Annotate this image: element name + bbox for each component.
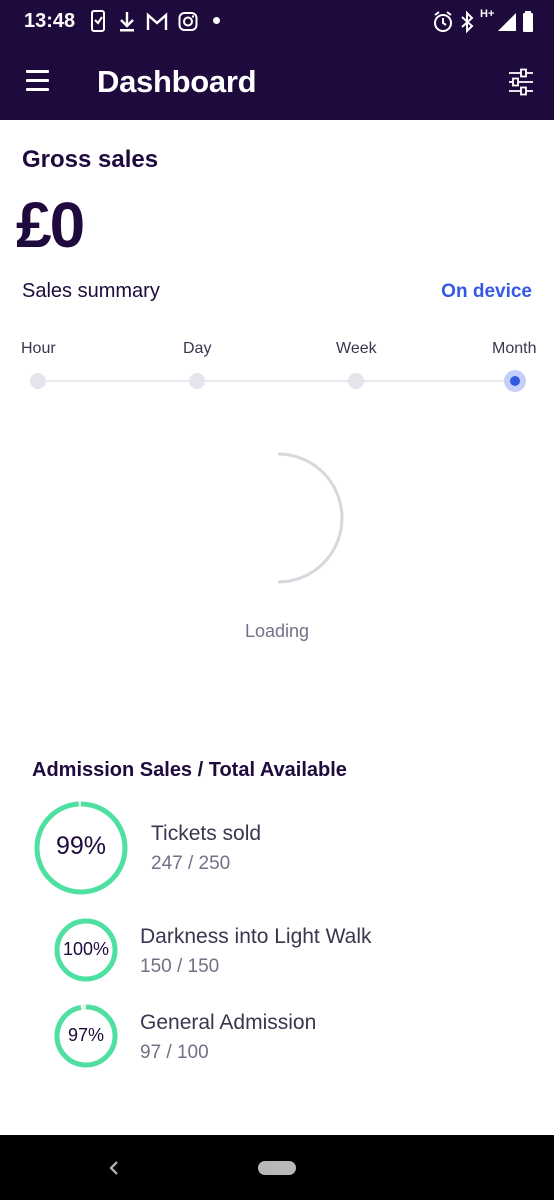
ticket-type-name: Darkness into Light Walk	[140, 925, 372, 948]
ticket-type-name: General Admission	[140, 1011, 317, 1034]
status-time: 13:48	[24, 10, 76, 32]
network-type: H+	[480, 8, 495, 20]
loading-text: Loading	[244, 621, 310, 641]
ticket-type-count: 150 / 150	[140, 956, 220, 977]
menu-icon[interactable]	[26, 70, 50, 92]
filter-sliders-icon[interactable]	[508, 68, 534, 96]
battery-icon	[523, 11, 533, 32]
admission-sales-title: Admission Sales / Total Available	[32, 759, 347, 781]
tickets-sold-count: 247 / 250	[151, 853, 231, 874]
app-bar: Dashboard	[0, 44, 554, 120]
screen: 13:48 H+ Dashboard Gross sales £0 Sales …	[0, 0, 554, 1200]
home-pill-icon[interactable]	[258, 1161, 296, 1175]
loading-spinner-icon	[277, 452, 344, 584]
status-bar: 13:48 H+	[0, 0, 554, 44]
alarm-icon	[434, 11, 452, 32]
tickets-sold-percent: 99%	[55, 832, 107, 860]
ticket-type-percent: 97%	[67, 1025, 105, 1045]
gmail-icon	[146, 12, 168, 30]
gross-sales-label: Gross sales	[22, 146, 159, 173]
notification-dot-icon	[213, 17, 220, 24]
ticket-type-percent: 100%	[62, 939, 110, 959]
page-title: Dashboard	[97, 64, 257, 99]
slider-track[interactable]	[38, 380, 516, 382]
slider-stop-week[interactable]	[348, 373, 364, 389]
screen-mirror-icon	[91, 10, 105, 32]
timescale-label-hour[interactable]: Hour	[21, 340, 56, 358]
timescale-label-week[interactable]: Week	[336, 340, 377, 358]
instagram-icon	[178, 12, 198, 31]
bluetooth-icon	[461, 10, 474, 34]
signal-icon	[498, 13, 516, 31]
tickets-sold-label: Tickets sold	[151, 822, 262, 845]
gross-sales-value: £0	[16, 189, 85, 261]
slider-stop-hour[interactable]	[30, 373, 46, 389]
timescale-label-day[interactable]: Day	[183, 340, 211, 358]
ticket-type-count: 97 / 100	[140, 1042, 209, 1063]
timescale-label-month[interactable]: Month	[492, 340, 536, 358]
download-icon	[120, 12, 134, 32]
back-icon[interactable]	[106, 1158, 122, 1178]
slider-stop-day[interactable]	[189, 373, 205, 389]
slider-stop-month-selected[interactable]	[504, 370, 526, 392]
on-device-link[interactable]: On device	[441, 281, 532, 303]
sales-summary-label: Sales summary	[22, 280, 160, 302]
